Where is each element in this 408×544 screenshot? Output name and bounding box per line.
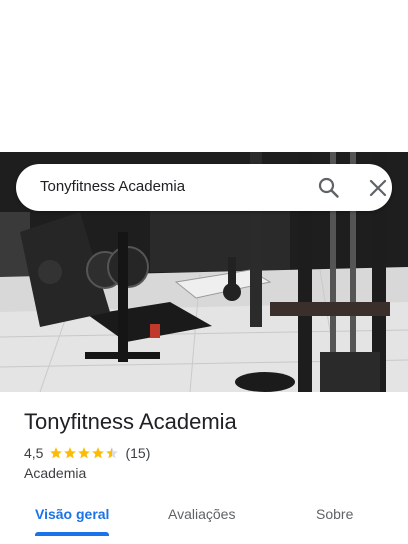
star-half-icon [106,447,119,459]
search-icon[interactable] [316,175,342,201]
star-icon [92,447,105,459]
star-icon [64,447,77,459]
search-input[interactable]: Tonyfitness Academia [40,178,185,195]
tab-reviews[interactable]: Avaliações [168,506,235,522]
active-tab-indicator [35,532,109,536]
map-area [0,0,408,152]
review-count[interactable]: (15) [125,445,150,461]
tab-overview[interactable]: Visão geral [35,506,109,522]
close-icon[interactable] [366,176,390,200]
place-category: Academia [24,465,87,481]
rating-row[interactable]: 4,5 (15) [24,444,150,462]
tab-about[interactable]: Sobre [316,506,353,522]
search-bar[interactable]: Tonyfitness Academia [16,164,392,211]
place-tabs: Visão geral Avaliações Sobre [0,496,408,544]
rating-stars [49,446,119,460]
place-title: Tonyfitness Academia [24,409,237,434]
star-icon [78,447,91,459]
rating-value: 4,5 [24,445,44,461]
star-icon [50,447,63,459]
